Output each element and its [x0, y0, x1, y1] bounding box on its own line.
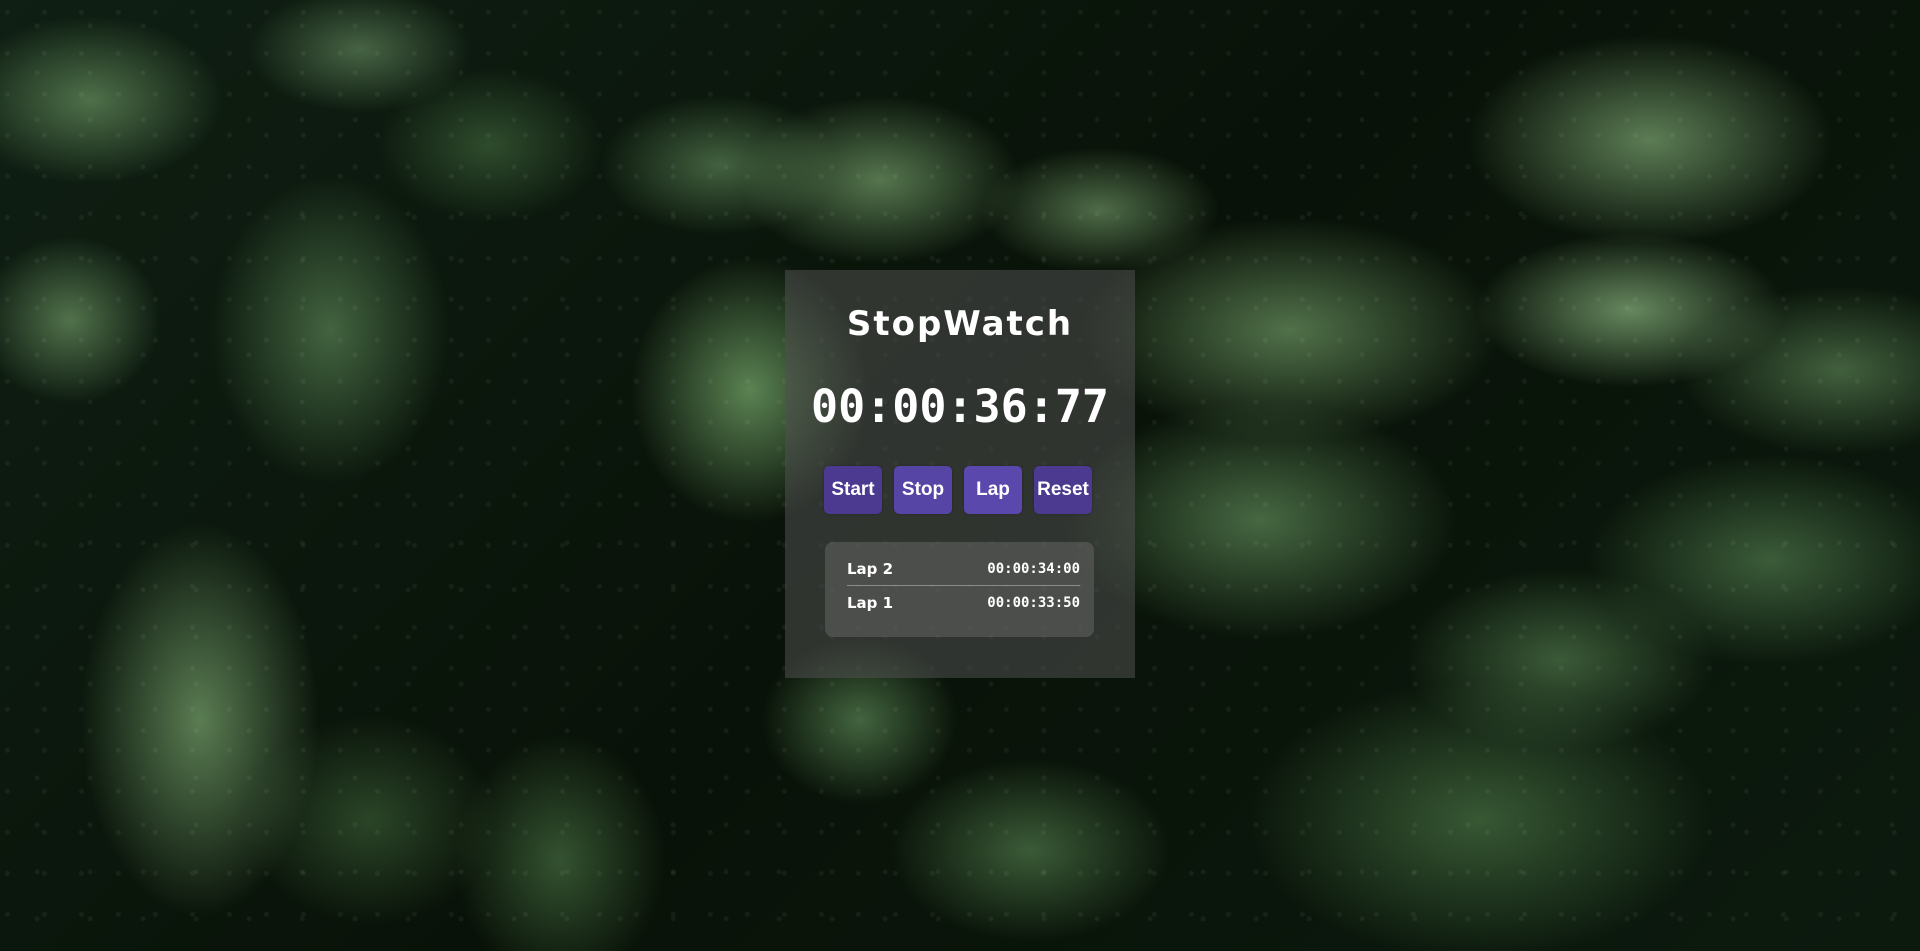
start-button[interactable]: Start	[824, 466, 882, 514]
lap-item: Lap 1 00:00:33:50	[847, 585, 1080, 619]
lap-time: 00:00:33:50	[987, 594, 1080, 611]
control-buttons: Start Stop Lap Reset	[824, 466, 1092, 514]
app-title: StopWatch	[846, 304, 1074, 344]
lap-name: Lap 2	[847, 559, 894, 578]
lap-item: Lap 2 00:00:34:00	[847, 552, 1080, 585]
stopwatch-panel: StopWatch 00:00:36:77 Start Stop Lap Res…	[785, 270, 1135, 678]
lap-list: Lap 2 00:00:34:00 Lap 1 00:00:33:50	[825, 542, 1094, 637]
reset-button[interactable]: Reset	[1034, 466, 1092, 514]
lap-button[interactable]: Lap	[964, 466, 1022, 514]
stop-button[interactable]: Stop	[894, 466, 952, 514]
lap-time: 00:00:34:00	[987, 560, 1080, 577]
lap-name: Lap 1	[847, 593, 894, 612]
time-display: 00:00:36:77	[810, 380, 1109, 433]
